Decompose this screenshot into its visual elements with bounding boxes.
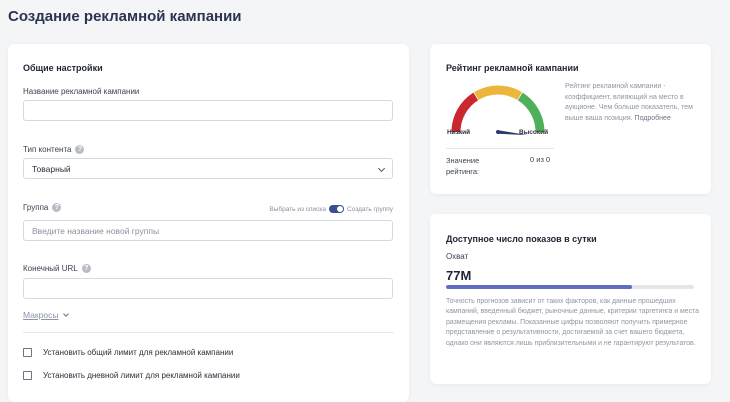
- chevron-down-icon: [377, 164, 386, 173]
- group-label-text: Группа: [23, 203, 49, 212]
- content-type-label-text: Тип контента: [23, 145, 72, 154]
- chevron-down-icon: [63, 311, 70, 317]
- content-type-label: Тип контента ?: [23, 145, 85, 154]
- divider: [446, 148, 554, 149]
- gauge-hub: [496, 130, 500, 134]
- daily-impressions-card: Доступное число показов в сутки Охват 77…: [430, 214, 711, 384]
- macros-link-text[interactable]: Макросы: [23, 310, 58, 320]
- rating-more-link[interactable]: Подробнее: [635, 115, 671, 122]
- toggle-right-label: Создать группу: [347, 205, 393, 213]
- final-url-label-text: Конечный URL: [23, 264, 78, 273]
- rating-value-label: Значение рейтинга:: [446, 156, 480, 176]
- daily-limit-label: Установить дневной лимит для рекламной к…: [43, 371, 240, 380]
- reach-progress-bar: [446, 285, 694, 289]
- gauge-low-label: Низкий: [447, 129, 471, 136]
- final-url-input[interactable]: [23, 278, 393, 299]
- content-type-select[interactable]: Товарный: [23, 158, 393, 179]
- group-label: Группа ?: [23, 203, 62, 212]
- reach-value: 77M: [446, 268, 472, 283]
- total-limit-checkbox-row[interactable]: Установить общий лимит для рекламной кам…: [23, 348, 233, 357]
- gauge-arc-high: [517, 92, 545, 133]
- campaign-name-label-text: Название рекламной кампании: [23, 87, 140, 96]
- rating-value: 0 из 0: [530, 155, 551, 164]
- rating-description-text: Рейтинг рекламной кампании - коэффициент…: [565, 83, 693, 122]
- campaign-name-label: Название рекламной кампании: [23, 87, 139, 96]
- toggle-left-label: Выбрать из списка: [269, 205, 327, 213]
- reach-title: Доступное число показов в сутки: [446, 234, 597, 244]
- daily-limit-checkbox[interactable]: [23, 371, 32, 380]
- rating-title: Рейтинг рекламной кампании: [446, 63, 579, 73]
- group-mode-toggle[interactable]: Выбрать из списка Создать группу: [269, 205, 393, 213]
- help-icon[interactable]: ?: [81, 264, 91, 273]
- rating-description: Рейтинг рекламной кампании - коэффициент…: [565, 82, 705, 124]
- reach-progress-fill: [446, 285, 632, 289]
- daily-limit-checkbox-row[interactable]: Установить дневной лимит для рекламной к…: [23, 371, 240, 380]
- gauge-high-label: Высокий: [519, 129, 549, 136]
- general-settings-title: Общие настройки: [23, 63, 103, 73]
- help-icon[interactable]: ?: [52, 203, 62, 212]
- divider: [23, 332, 394, 333]
- toggle-switch[interactable]: [329, 205, 345, 213]
- campaign-rating-card: Рейтинг рекламной кампании Низкий Высоки…: [430, 44, 711, 194]
- gauge-arc-low: [451, 92, 479, 133]
- total-limit-checkbox[interactable]: [23, 348, 32, 357]
- reach-label: Охват: [446, 252, 469, 261]
- general-settings-card: Общие настройки Название рекламной кампа…: [8, 44, 409, 402]
- gauge-arc-mid: [474, 85, 522, 100]
- help-icon[interactable]: ?: [75, 145, 85, 154]
- campaign-name-input[interactable]: [23, 100, 393, 121]
- group-name-input[interactable]: Введите название новой группы: [23, 220, 393, 241]
- page-title: Создание рекламной кампании: [8, 8, 242, 25]
- reach-description: Точность прогнозов зависит от таких факт…: [446, 298, 699, 347]
- total-limit-label: Установить общий лимит для рекламной кам…: [43, 348, 234, 357]
- content-type-value: Товарный: [32, 163, 71, 174]
- page: Создание рекламной кампании Общие настро…: [0, 0, 730, 402]
- final-url-label: Конечный URL ?: [23, 264, 91, 273]
- macros-link[interactable]: Макросы: [23, 310, 70, 320]
